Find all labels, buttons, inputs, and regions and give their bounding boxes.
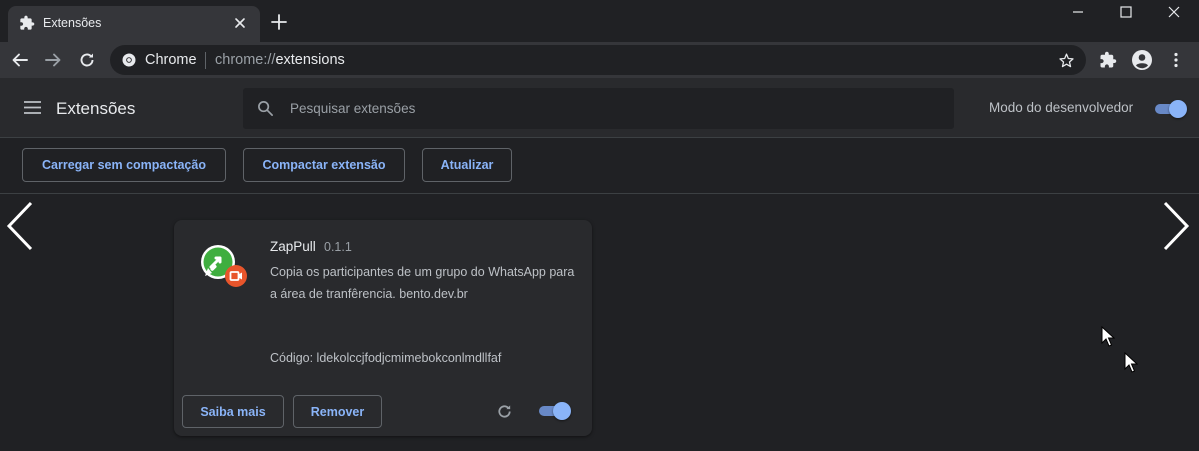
chevron-left-icon[interactable]: [6, 201, 34, 251]
zappull-logo-icon: [201, 245, 247, 287]
developer-mode-label: Modo do desenvolvedor: [989, 100, 1134, 115]
page-title: Extensões: [56, 99, 136, 118]
search-input[interactable]: Pesquisar extensões: [243, 88, 954, 129]
load-unpacked-button[interactable]: Carregar sem compactação: [22, 148, 226, 182]
bookmark-star-icon[interactable]: [1058, 52, 1075, 69]
extension-id: Código: ldekolccjfodjcmimebokconlmdllfaf: [270, 351, 502, 365]
profile-avatar-icon[interactable]: [1132, 50, 1152, 70]
browser-toolbar: Chrome chrome://extensions: [0, 42, 1199, 78]
pack-extension-button[interactable]: Compactar extensão: [243, 148, 405, 182]
developer-mode-toggle[interactable]: [1153, 99, 1187, 119]
search-placeholder: Pesquisar extensões: [290, 101, 416, 116]
tab-title: Extensões: [43, 16, 102, 30]
new-tab-icon[interactable]: [270, 13, 288, 31]
update-button[interactable]: Atualizar: [422, 148, 512, 182]
details-button[interactable]: Saiba mais: [182, 395, 284, 428]
extension-enable-toggle[interactable]: [537, 401, 571, 421]
tab-extensions[interactable]: Extensões: [8, 6, 260, 42]
window-close-icon[interactable]: [1165, 4, 1183, 20]
extensions-header: Extensões Pesquisar extensões Modo do de…: [0, 78, 1199, 138]
close-tab-icon[interactable]: [232, 15, 248, 31]
cursor-arrow-icon: [1124, 352, 1138, 373]
extension-card: ZapPull 0.1.1 Copia os participantes de …: [174, 220, 592, 436]
developer-actions-bar: Carregar sem compactação Compactar exten…: [0, 138, 1199, 194]
hamburger-menu-icon[interactable]: [23, 99, 42, 116]
menu-kebab-icon[interactable]: [1167, 51, 1185, 69]
cursor-arrow-icon: [1101, 326, 1115, 347]
site-name: Chrome: [145, 52, 197, 68]
extensions-puzzle-icon[interactable]: [1099, 51, 1117, 69]
minimize-icon[interactable]: [1069, 4, 1087, 20]
chrome-icon: [122, 53, 136, 67]
extension-version: 0.1.1: [324, 240, 352, 254]
forward-icon[interactable]: [44, 51, 62, 69]
puzzle-icon: [20, 15, 35, 30]
tab-strip: Extensões: [0, 0, 1199, 42]
search-icon: [258, 101, 273, 116]
reload-extension-icon[interactable]: [496, 403, 513, 420]
maximize-icon[interactable]: [1117, 4, 1135, 20]
address-bar[interactable]: Chrome chrome://extensions: [110, 45, 1086, 75]
chevron-right-icon[interactable]: [1162, 201, 1190, 251]
reload-icon[interactable]: [78, 51, 96, 69]
address-separator: [205, 52, 206, 69]
remove-button[interactable]: Remover: [293, 395, 382, 428]
url-text: chrome://extensions: [215, 52, 345, 68]
extension-name: ZapPull: [270, 239, 316, 254]
extension-description: Copia os participantes de um grupo do Wh…: [270, 265, 575, 301]
back-icon[interactable]: [11, 51, 29, 69]
